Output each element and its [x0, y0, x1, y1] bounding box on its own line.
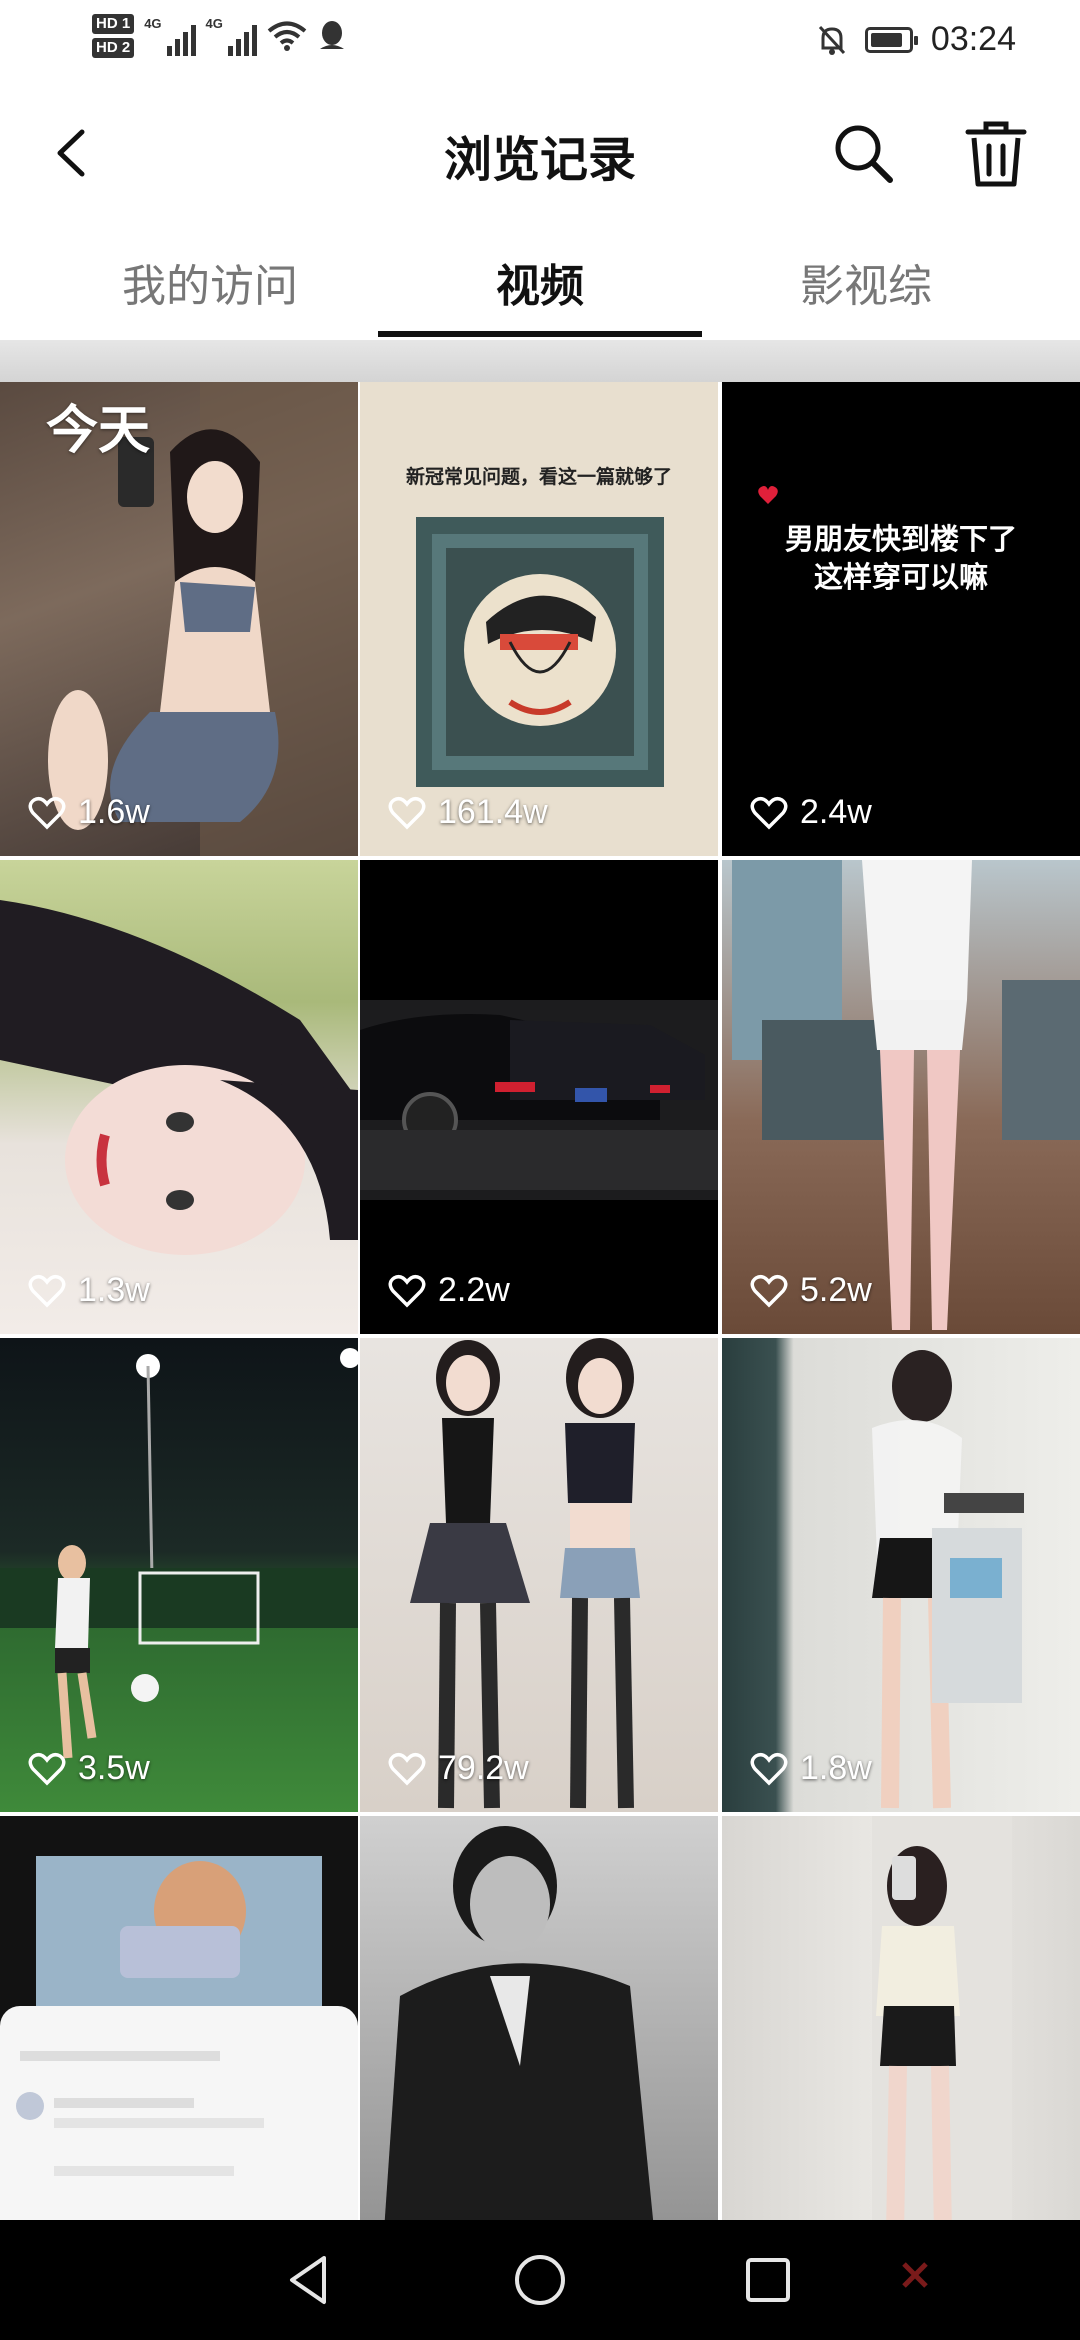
tab-divider — [0, 340, 1080, 382]
heart-icon — [28, 796, 66, 829]
video-thumbnail-10[interactable] — [0, 1816, 358, 2220]
like-count-text: 79.2w — [438, 1749, 529, 1787]
video-thumbnail-2[interactable]: 新冠常见问题，看这一篇就够了 161.4w — [360, 382, 718, 856]
thumb-football — [0, 1348, 358, 1759]
video-thumbnail-5[interactable]: 2.2w — [360, 860, 718, 1334]
square-recent-icon[interactable] — [738, 2250, 798, 2310]
video-thumbnail-1[interactable]: 今天 1.6w — [0, 382, 358, 856]
heart-icon — [750, 1274, 788, 1307]
thumb-mirror-selfie — [872, 1816, 1012, 2220]
active-tab-indicator — [378, 331, 702, 337]
thumb-heart — [758, 486, 778, 504]
video-thumbnail-11[interactable] — [360, 1816, 718, 2220]
video-grid: 今天 1.6w 新冠常见问题，看这一篇就够了 161.4w 男朋友快到楼下了 这… — [0, 382, 1080, 2220]
thumb-man-portrait — [384, 1826, 654, 2220]
status-left: HD 1 HD 2 4G 4G — [92, 14, 347, 58]
video-thumbnail-3[interactable]: 男朋友快到楼下了 这样穿可以嘛 2.4w — [722, 382, 1080, 856]
video-thumbnail-12[interactable] — [722, 1816, 1080, 2220]
like-count: 1.8w — [750, 1749, 872, 1788]
like-count-text: 1.6w — [78, 793, 150, 831]
triangle-back-icon[interactable] — [280, 2250, 340, 2310]
thumb-caption-1: 男朋友快到楼下了 — [784, 522, 1017, 556]
signal-icon-2: 4G — [206, 16, 257, 56]
hd1-badge: HD 1 — [92, 14, 135, 34]
tab-videos[interactable]: 视频 — [370, 250, 710, 314]
video-thumbnail-4[interactable]: 1.3w — [0, 860, 358, 1334]
tab-film-tv[interactable]: 影视综 — [696, 250, 1036, 314]
like-count: 2.4w — [750, 793, 872, 832]
like-count: 3.5w — [28, 1749, 150, 1788]
like-count-text: 1.8w — [800, 1749, 872, 1787]
like-count-text: 5.2w — [800, 1271, 872, 1309]
signal-icon-1: 4G — [144, 16, 196, 56]
tab-my-visits[interactable]: 我的访问 — [40, 250, 380, 314]
system-nav-bar — [0, 2220, 1080, 2340]
video-thumbnail-7[interactable]: 3.5w — [0, 1338, 358, 1812]
video-thumbnail-9[interactable]: 1.8w — [722, 1338, 1080, 1812]
qq-icon — [319, 21, 344, 49]
page-title: 浏览记录 — [443, 134, 636, 187]
video-thumbnail-8[interactable]: 79.2w — [360, 1338, 718, 1812]
thumb-screen-recording — [0, 1856, 358, 2220]
wifi-icon — [267, 21, 307, 51]
signal2-label: 4G — [205, 16, 223, 31]
like-count: 5.2w — [750, 1271, 872, 1310]
signal1-label: 4G — [144, 16, 162, 31]
video-thumbnail-6[interactable]: 5.2w — [722, 860, 1080, 1334]
heart-icon — [388, 796, 426, 829]
like-count-text: 2.2w — [438, 1271, 510, 1309]
watermark-logo-icon — [902, 2262, 928, 2288]
heart-icon — [388, 1752, 426, 1785]
like-count-text: 3.5w — [78, 1749, 150, 1787]
heart-icon — [750, 1752, 788, 1785]
hd2-badge: HD 2 — [92, 38, 135, 58]
like-count-text: 2.4w — [800, 793, 872, 831]
thumb-car — [360, 1000, 718, 1200]
thumb-caption: 新冠常见问题，看这一篇就够了 — [405, 466, 672, 488]
thumb-face — [0, 900, 358, 1255]
thumb-illustration — [416, 517, 664, 787]
mute-bell-icon — [818, 25, 846, 55]
search-icon[interactable] — [824, 114, 904, 194]
thumb-caption-2: 这样穿可以嘛 — [813, 560, 988, 594]
heart-icon — [750, 796, 788, 829]
like-count: 79.2w — [388, 1749, 529, 1788]
trash-icon[interactable] — [956, 114, 1036, 194]
heart-icon — [28, 1752, 66, 1785]
status-right: 03:24 — [817, 20, 1016, 59]
like-count: 1.3w — [28, 1271, 150, 1310]
tab-bar: 我的访问 视频 影视综 — [0, 220, 1080, 340]
status-bar: HD 1 HD 2 4G 4G 03:24 — [0, 0, 1080, 90]
thumb-two-girls — [410, 1338, 640, 1809]
like-count: 1.6w — [28, 793, 150, 832]
thumb-laundry — [872, 1350, 1024, 1809]
like-count: 161.4w — [388, 793, 548, 832]
battery-icon — [864, 26, 918, 53]
app-header: 浏览记录 — [0, 90, 1080, 220]
like-count: 2.2w — [388, 1271, 510, 1310]
circle-home-icon[interactable] — [510, 2250, 570, 2310]
like-count-text: 1.3w — [78, 1271, 150, 1309]
heart-icon — [28, 1274, 66, 1307]
status-time: 03:24 — [930, 20, 1016, 58]
like-count-text: 161.4w — [438, 793, 548, 831]
thumb-room — [732, 860, 1080, 1330]
heart-icon — [388, 1274, 426, 1307]
date-section-label: 今天 — [46, 402, 151, 460]
